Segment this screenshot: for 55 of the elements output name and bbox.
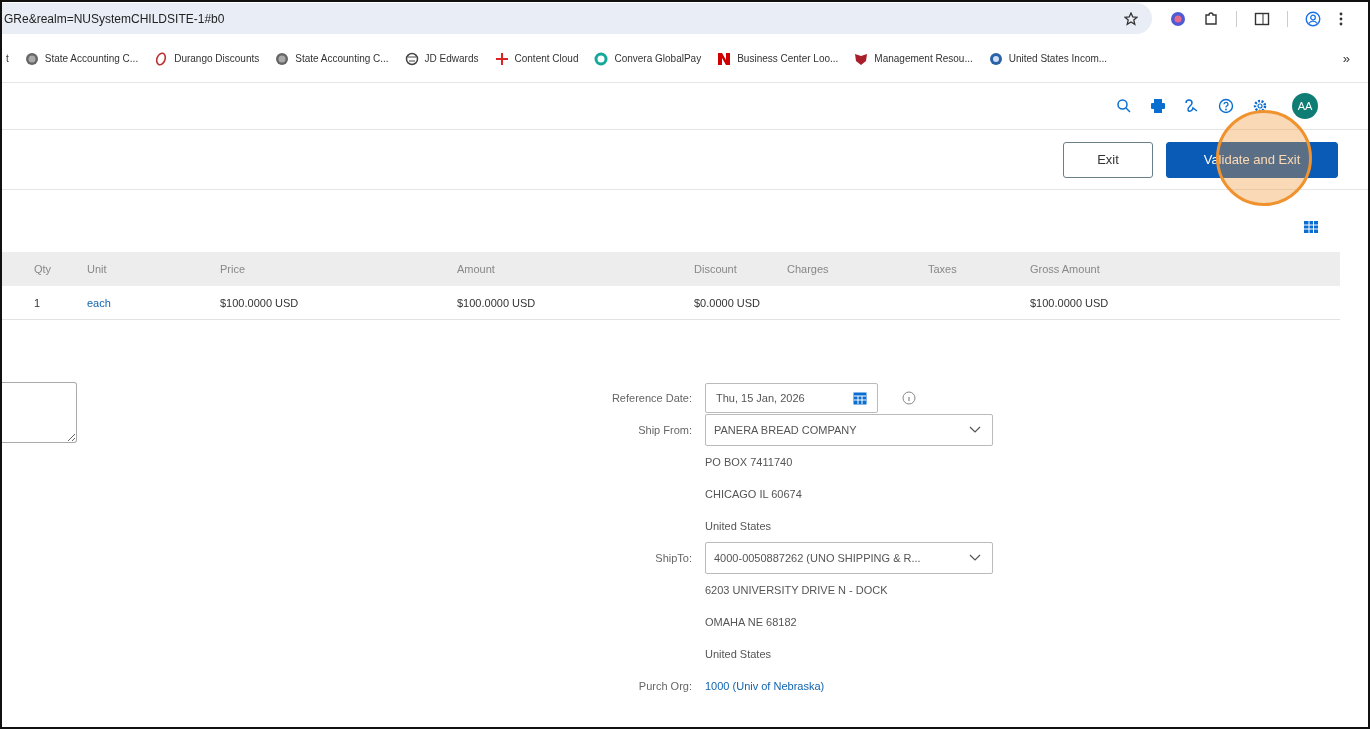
extension-icon[interactable] — [1170, 10, 1186, 27]
address-line: United States — [705, 519, 773, 534]
side-panel-icon[interactable] — [1254, 10, 1270, 27]
dropdown-field[interactable]: PANERA BREAD COMPANY — [705, 414, 993, 446]
bookmark-link[interactable]: Content Cloud — [494, 51, 579, 66]
route-icon[interactable] — [1184, 98, 1200, 114]
more-bookmarks-button[interactable]: » — [1342, 51, 1350, 66]
dropdown-field[interactable]: 4000-0050887262 (UNO SHIPPING & R... — [705, 542, 993, 574]
ring-icon — [594, 51, 609, 66]
url-text: GRe&realm=NUSystemCHILDSITE-1#b0 — [4, 11, 225, 26]
table-cell-text: $100.0000 USD — [220, 296, 300, 309]
calendar-icon[interactable] — [853, 391, 867, 405]
printer-icon[interactable] — [1150, 98, 1166, 114]
field-label: Ship From: — [637, 423, 692, 438]
address-line: OMAHA NE 68182 — [705, 615, 798, 630]
bookmark-link[interactable]: Convera GlobalPay — [594, 51, 702, 66]
help-icon[interactable] — [1218, 98, 1234, 114]
date-field[interactable]: Thu, 15 Jan, 2026 — [705, 383, 878, 413]
table-cell-text: $100.0000 USD — [457, 296, 537, 309]
purch-org-link[interactable]: 1000 (Univ of Nebraska) — [705, 680, 825, 692]
comment-field[interactable] — [2, 382, 77, 443]
bookmark-link[interactable]: Durango Discounts — [154, 51, 260, 66]
address-line: CHICAGO IL 60674 — [705, 487, 803, 502]
seal-icon — [988, 51, 1003, 66]
address-line: United States — [705, 647, 773, 662]
table-cell-text: $100.0000 USD — [1030, 296, 1110, 309]
bookmark-link[interactable]: Business Center Loo... — [717, 51, 839, 66]
shield-icon — [854, 51, 869, 66]
table-cell-text: $0.0000 USD — [694, 296, 762, 309]
address-line: 6203 UNIVERSITY DRIVE N - DOCK — [705, 583, 889, 598]
table-cell-text: 1 — [34, 296, 42, 309]
field-label: Purch Org: — [637, 679, 692, 694]
bookmark-link[interactable]: United States Incom... — [988, 51, 1108, 66]
field-label: ShipTo: — [654, 551, 692, 566]
bookmark-link[interactable]: Management Resou... — [854, 51, 973, 66]
gear-icon[interactable] — [1252, 98, 1268, 114]
avatar[interactable]: AA — [1292, 93, 1318, 119]
star-icon[interactable] — [1124, 11, 1138, 26]
info-icon[interactable] — [902, 391, 916, 405]
profile-icon[interactable] — [1305, 10, 1321, 27]
kebab-menu-icon[interactable] — [1338, 10, 1344, 27]
bookmark-link[interactable]: JD Edwards — [404, 51, 479, 66]
ring-icon — [154, 51, 169, 66]
cross-icon — [494, 51, 509, 66]
address-line: PO BOX 7411740 — [705, 455, 794, 470]
bookmark-link[interactable]: State Accounting C... — [275, 51, 389, 66]
table-settings-icon[interactable] — [1304, 221, 1318, 233]
unit-link[interactable]: each — [87, 296, 220, 309]
bookmark-link[interactable]: t — [6, 53, 9, 64]
search-icon[interactable] — [1116, 98, 1132, 114]
bookmark-link[interactable]: State Accounting C... — [24, 51, 139, 66]
exit-button[interactable]: Exit — [1063, 141, 1153, 178]
field-label: Reference Date: — [610, 391, 692, 406]
letter-n-icon — [717, 51, 732, 66]
address-bar[interactable]: GRe&realm=NUSystemCHILDSITE-1#b0 — [2, 3, 1152, 34]
